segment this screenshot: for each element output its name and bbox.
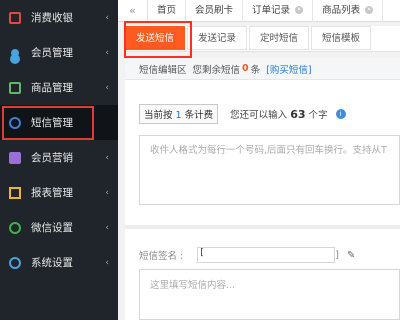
signature-open-bracket: [: [200, 248, 204, 258]
sms-content-textarea[interactable]: 这里填写短信内容...: [139, 269, 400, 320]
top-tab-bar: « 首页 会员刷卡 订单记录 × 商品列表 ×: [118, 0, 400, 22]
close-icon[interactable]: ×: [365, 6, 374, 14]
divider: [125, 225, 400, 229]
tab-label: 首页: [157, 4, 177, 16]
content-placeholder: 这里填写短信内容...: [150, 280, 236, 291]
goods-icon: [9, 81, 21, 94]
input-count: 63: [290, 108, 306, 121]
chevron-left-icon: ‹: [105, 152, 109, 163]
chevron-left-icon: ‹: [105, 257, 109, 268]
sidebar-item-label: 会员营销: [31, 152, 73, 164]
subtab-highlight-box: [124, 21, 192, 58]
char-count-text: 您还可以输入 63 个字: [230, 107, 327, 121]
sidebar-highlight-box: [2, 106, 94, 140]
member-icon: [11, 48, 19, 57]
tab-label: 订单记录: [252, 4, 291, 16]
gift-icon: [9, 151, 21, 164]
sidebar-item-label: 系统设置: [31, 257, 73, 269]
chevron-left-icon: ‹: [105, 47, 109, 58]
input-prefix: 您还可以输入: [230, 110, 288, 121]
signature-label: 短信签名 :: [139, 251, 184, 262]
signature-input[interactable]: [: [197, 247, 336, 263]
billing-button[interactable]: 当前按 1 条计费: [139, 104, 219, 124]
sidebar-item-goods[interactable]: 商品管理 ‹: [0, 70, 118, 105]
gear-icon: [9, 256, 21, 269]
collapse-button[interactable]: «: [118, 0, 148, 22]
input-suffix: 个字: [308, 110, 328, 121]
sidebar-item-label: 报表管理: [31, 187, 73, 199]
tab-order-records[interactable]: 订单记录 ×: [243, 0, 314, 22]
billing-suffix: 条计费: [184, 110, 214, 121]
panel-title: 短信编辑区: [139, 64, 187, 76]
tab-home[interactable]: 首页: [148, 0, 187, 22]
sidebar-item-label: 微信设置: [31, 222, 73, 234]
chevron-left-icon: ‹: [105, 82, 109, 93]
chevron-left-icon: ‹: [105, 222, 109, 233]
sidebar-item-members[interactable]: 会员管理 ‹: [0, 35, 118, 70]
panel-header: 短信编辑区 您剩余短信 0 条 [购买短信]: [125, 58, 400, 80]
chevron-left-icon: ‹: [105, 187, 109, 198]
tab-member-card[interactable]: 会员刷卡: [186, 0, 244, 22]
billing-row: 当前按 1 条计费 您还可以输入 63 个字 i: [139, 104, 346, 124]
tab-label: 商品列表: [322, 4, 361, 16]
remaining-count: 0: [242, 63, 249, 74]
sidebar-item-wechat[interactable]: 微信设置 ‹: [0, 210, 118, 245]
tab-send-records[interactable]: 发送记录: [187, 26, 248, 50]
sidebar-item-reports[interactable]: 报表管理 ‹: [0, 175, 118, 210]
edit-icon[interactable]: ✎: [347, 250, 355, 261]
billing-count: 1: [175, 110, 182, 121]
tab-goods-list[interactable]: 商品列表 ×: [313, 0, 384, 22]
wechat-icon: [9, 221, 21, 234]
sidebar: 消费收银 ‹ 会员管理 ‹ 商品管理 ‹ 短信管理 会员营销 ‹ 报表管理 ‹ …: [0, 0, 118, 320]
tab-scheduled-sms[interactable]: 定时短信: [249, 26, 310, 50]
remaining-unit: 条: [250, 64, 261, 76]
close-icon[interactable]: ×: [295, 6, 304, 14]
report-icon: [9, 186, 21, 199]
remaining-prefix: 您剩余短信: [192, 64, 241, 76]
recipients-textarea[interactable]: 收件人格式为每行一个号码,后面只有回车换行。支持从T: [139, 135, 400, 205]
sidebar-item-label: 会员管理: [31, 47, 73, 59]
tab-label: 会员刷卡: [195, 4, 234, 16]
signature-row: 短信签名 : [ ] ✎: [139, 247, 355, 263]
sms-edit-panel: 短信编辑区 您剩余短信 0 条 [购买短信] 当前按 1 条计费 您还可以输入 …: [125, 58, 400, 320]
tab-sms-templates[interactable]: 短信模板: [311, 26, 372, 50]
sidebar-item-settings[interactable]: 系统设置 ‹: [0, 245, 118, 280]
recipients-placeholder: 收件人格式为每行一个号码,后面只有回车换行。支持从T: [150, 145, 387, 156]
buy-sms-link[interactable]: [购买短信]: [266, 62, 311, 76]
sidebar-item-label: 商品管理: [31, 82, 73, 94]
sidebar-item-consume[interactable]: 消费收银 ‹: [0, 0, 118, 35]
chevron-left-icon: ‹: [105, 12, 109, 23]
cart-icon: [9, 11, 21, 24]
billing-prefix: 当前按: [144, 110, 173, 121]
signature-close-bracket: ]: [335, 249, 339, 261]
sidebar-item-marketing[interactable]: 会员营销 ‹: [0, 140, 118, 175]
sidebar-item-label: 消费收银: [31, 12, 73, 24]
info-icon[interactable]: i: [335, 109, 346, 119]
